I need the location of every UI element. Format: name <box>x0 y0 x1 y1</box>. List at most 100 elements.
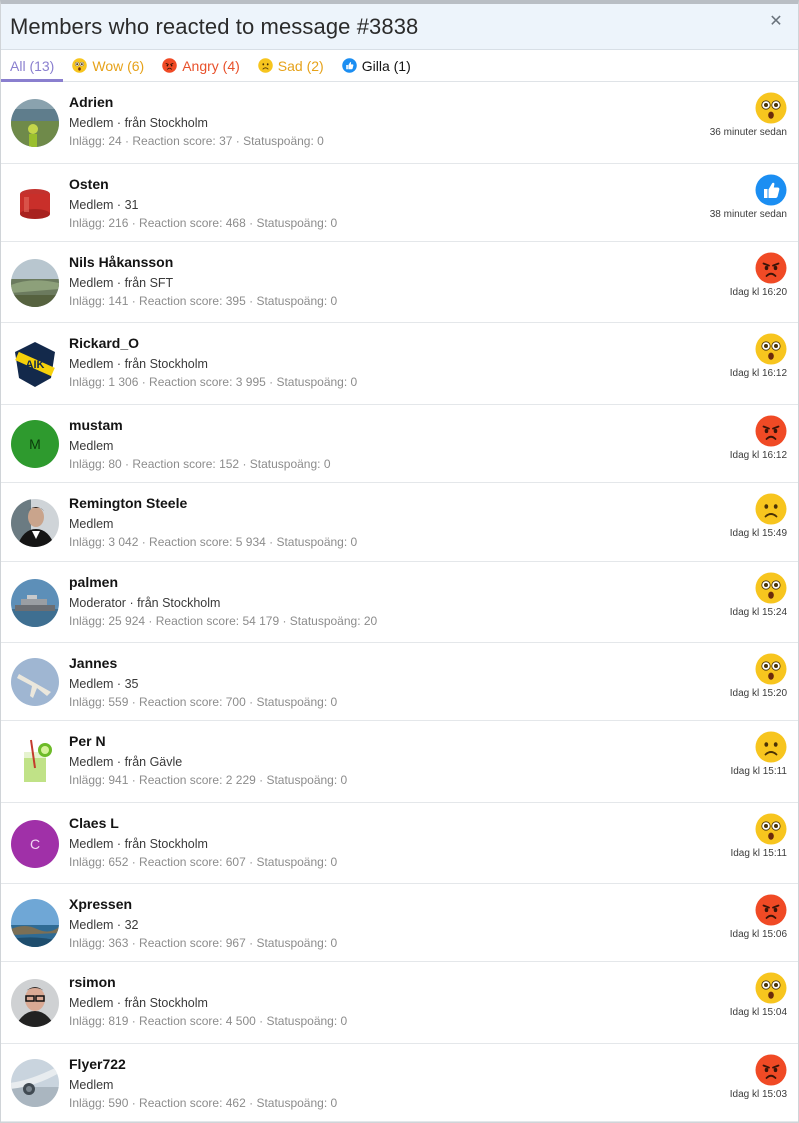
member-row: palmen Moderator · från Stockholm Inlägg: … <box>1 562 798 643</box>
member-info: Per N Medlem · från Gävle Inlägg: 941 · Re… <box>69 733 347 788</box>
reaction-time: Idag kl 16:20 <box>729 287 787 298</box>
like-icon <box>755 174 787 206</box>
overlay-title: Members who reacted to message #3838 <box>10 13 419 39</box>
member-row: Adrien Medlem · från Stockholm Inlägg: 24 … <box>1 82 798 164</box>
member-name[interactable]: Osten <box>69 176 337 193</box>
member-name[interactable]: Rickard_O <box>69 335 357 352</box>
member-avatar[interactable] <box>11 738 59 786</box>
member-title: Medlem <box>69 1078 114 1092</box>
member-avatar[interactable] <box>11 979 59 1027</box>
member-stats: Inlägg: 141 · Reaction score: 395 · Stat… <box>69 294 338 308</box>
member-row: Per N Medlem · från Gävle Inlägg: 941 · Re… <box>1 721 798 803</box>
member-name[interactable]: rsimon <box>69 974 347 991</box>
wow-icon <box>755 972 787 1004</box>
member-title: Moderator · från Stockholm <box>69 596 221 610</box>
member-info: Adrien Medlem · från Stockholm Inlägg: 24 … <box>69 94 324 149</box>
tab-wow[interactable]: Wow (6) <box>63 50 153 81</box>
member-avatar[interactable] <box>11 499 59 547</box>
reaction-time: Idag kl 16:12 <box>729 368 787 379</box>
overlay-header: Members who reacted to message #3838 ✕ <box>1 4 798 50</box>
angry-icon <box>755 415 787 447</box>
member-row: C Claes L Medlem · från Stockholm Inlägg: 6… <box>1 803 798 884</box>
reaction-time: 38 minuter sedan <box>709 209 787 220</box>
reaction-time: Idag kl 15:06 <box>729 929 787 940</box>
tab-angry[interactable]: Angry (4) <box>153 50 249 81</box>
member-name[interactable]: Remington Steele <box>69 495 357 512</box>
member-name[interactable]: Per N <box>69 733 347 750</box>
member-name[interactable]: Flyer722 <box>69 1056 337 1073</box>
member-name[interactable]: Jannes <box>69 655 337 672</box>
member-name[interactable]: palmen <box>69 574 377 591</box>
member-info: Flyer722 Medlem Inlägg: 590 · Reaction sco… <box>69 1056 337 1111</box>
member-stats: Inlägg: 363 · Reaction score: 967 · Stat… <box>69 936 338 950</box>
member-avatar[interactable] <box>11 99 59 147</box>
like-icon <box>341 58 357 73</box>
sad-icon <box>755 731 787 763</box>
member-title: Medlem <box>69 517 114 531</box>
reaction-time: Idag kl 15:24 <box>729 607 787 618</box>
member-stats: Inlägg: 941 · Reaction score: 2 229 · St… <box>69 773 348 787</box>
tab-label: Gilla (1) <box>361 57 411 74</box>
member-title: Medlem · 31 <box>69 198 139 212</box>
wow-icon <box>72 58 88 73</box>
sad-icon <box>755 493 787 525</box>
member-stats: Inlägg: 559 · Reaction score: 700 · Stat… <box>69 695 338 709</box>
member-avatar[interactable] <box>11 899 59 947</box>
wow-icon <box>755 92 787 124</box>
member-row: Xpressen Medlem · 32 Inlägg: 363 · Reactio… <box>1 884 798 962</box>
member-stats: Inlägg: 1 306 · Reaction score: 3 995 · … <box>69 375 358 389</box>
tab-sad[interactable]: Sad (2) <box>249 50 333 81</box>
reaction-time: Idag kl 15:04 <box>729 1007 787 1018</box>
angry-icon <box>162 58 177 73</box>
member-avatar[interactable]: M <box>11 420 59 468</box>
member-avatar[interactable] <box>11 259 59 307</box>
wow-icon <box>755 572 787 604</box>
member-title: Medlem · från Stockholm <box>69 837 208 851</box>
tab-label: All (13) <box>10 57 55 74</box>
reaction-time: Idag kl 15:03 <box>729 1089 787 1100</box>
member-title: Medlem <box>69 439 114 453</box>
member-info: Xpressen Medlem · 32 Inlägg: 363 · Reactio… <box>69 896 337 951</box>
member-name[interactable]: Xpressen <box>69 896 337 913</box>
member-name[interactable]: Claes L <box>69 815 337 832</box>
member-info: palmen Moderator · från Stockholm Inlägg: … <box>69 574 377 629</box>
member-avatar[interactable] <box>11 579 59 627</box>
reactions-overlay: Members who reacted to message #3838 ✕ A… <box>0 0 799 1123</box>
reaction-time: Idag kl 15:11 <box>730 848 787 859</box>
member-title: Medlem · från Stockholm <box>69 996 208 1010</box>
tab-label: Sad (2) <box>277 57 324 74</box>
member-avatar[interactable]: C <box>11 820 59 868</box>
member-avatar[interactable]: AIK <box>11 340 59 388</box>
member-row: Mmustam Medlem Inlägg: 80 · Reaction score… <box>1 405 798 483</box>
member-stats: Inlägg: 216 · Reaction score: 468 · Stat… <box>69 216 338 230</box>
member-avatar[interactable] <box>11 179 59 227</box>
member-info: rsimon Medlem · från Stockholm Inlägg: 819… <box>69 974 347 1029</box>
reaction-time: 36 minuter sedan <box>709 127 787 138</box>
member-row: Flyer722 Medlem Inlägg: 590 · Reaction sco… <box>1 1044 798 1122</box>
member-avatar[interactable] <box>11 658 59 706</box>
member-name[interactable]: Nils Håkansson <box>69 254 337 271</box>
member-title: Medlem · från Stockholm <box>69 116 208 130</box>
member-info: Jannes Medlem · 35 Inlägg: 559 · Reaction … <box>69 655 337 710</box>
member-avatar[interactable] <box>11 1059 59 1107</box>
reaction-tabs: All (13) Wow (6) Angry (4) Sad (2) Gilla (1) <box>1 50 798 82</box>
member-title: Medlem · 32 <box>69 918 139 932</box>
member-row: Osten Medlem · 31 Inlägg: 216 · Reaction s… <box>1 164 798 242</box>
tab-like[interactable]: Gilla (1) <box>333 50 420 81</box>
close-icon[interactable]: ✕ <box>768 14 784 30</box>
tab-all[interactable]: All (13) <box>1 50 64 82</box>
angry-icon <box>755 1054 787 1086</box>
member-list: Adrien Medlem · från Stockholm Inlägg: 24 … <box>1 82 798 1122</box>
wow-icon <box>755 333 787 365</box>
reaction-time: Idag kl 16:12 <box>729 450 787 461</box>
member-name[interactable]: mustam <box>69 417 331 434</box>
reaction-time: Idag kl 15:20 <box>729 688 787 699</box>
member-title: Medlem · från Stockholm <box>69 357 208 371</box>
reaction-time: Idag kl 15:49 <box>729 528 787 539</box>
member-stats: Inlägg: 3 042 · Reaction score: 5 934 · … <box>69 535 358 549</box>
member-row: Nils Håkansson Medlem · från SFT Inlägg: 1… <box>1 242 798 323</box>
member-stats: Inlägg: 24 · Reaction score: 37 · Status… <box>69 134 324 148</box>
member-name[interactable]: Adrien <box>69 94 324 111</box>
member-row: rsimon Medlem · från Stockholm Inlägg: 819… <box>1 962 798 1044</box>
sad-icon <box>258 58 273 73</box>
